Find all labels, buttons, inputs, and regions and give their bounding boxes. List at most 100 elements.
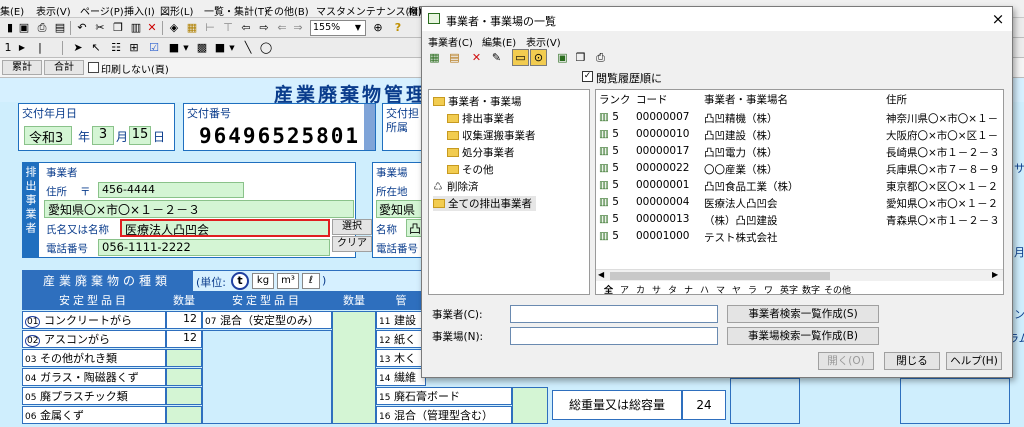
month-field[interactable]: 3 [92, 126, 114, 145]
qty-field[interactable] [166, 387, 202, 405]
menu-view[interactable]: 表示(V) [36, 3, 71, 18]
waste-row-item[interactable]: 02 アスコンがら [22, 330, 166, 348]
new-icon[interactable]: ▤ [446, 49, 463, 66]
right-row-item[interactable]: 16 混合（管理型含む） [376, 406, 512, 424]
arrow-left-icon[interactable]: ⇦ [238, 20, 254, 36]
delete-icon[interactable]: ✕ [468, 49, 485, 66]
scroll-left-icon[interactable]: ◀ [598, 270, 604, 279]
chevron-down-icon[interactable]: ▼ [350, 20, 366, 36]
copy-icon[interactable]: ❐ [572, 49, 589, 66]
menu-other[interactable]: その他(B) [264, 3, 309, 18]
right-row-item[interactable]: 11 建設 [376, 311, 426, 329]
menu-shape[interactable]: 図形(L) [160, 3, 193, 18]
right-row-item[interactable]: 13 木く [376, 349, 426, 367]
align-right-icon[interactable]: ⊤ [220, 20, 236, 36]
business-search-button[interactable]: 事業者検索一覧作成(S) [727, 305, 879, 323]
print-preview-icon[interactable]: ▤ [52, 20, 68, 36]
kana-tab[interactable]: 英字 [780, 283, 798, 294]
tree-item-disposal[interactable]: 処分事業者 [447, 145, 515, 160]
total-value[interactable]: 24 [682, 390, 726, 420]
waste-row-item[interactable]: 04 ガラス・陶磁器くず [22, 368, 166, 386]
kana-tab[interactable]: ア [620, 283, 629, 294]
help-button[interactable]: ヘルプ(H) [946, 352, 1002, 370]
copy-icon[interactable]: ❐ [110, 20, 126, 36]
kana-tab[interactable]: ラ [748, 283, 757, 294]
zoom-icon[interactable]: ⊕ [370, 20, 386, 36]
era-field[interactable]: 令和3 [24, 126, 72, 146]
line-dropdown-icon[interactable]: ▼ [224, 40, 240, 56]
menu-edit[interactable]: 集(E) [0, 3, 24, 18]
cut-icon[interactable]: ✂ [92, 20, 108, 36]
open-button[interactable]: 開く(O) [818, 352, 874, 370]
col-rank-header[interactable]: ランク [599, 92, 631, 107]
bitmap-icon[interactable]: ▦ [184, 20, 200, 36]
kana-tab[interactable]: カ [636, 283, 645, 294]
dialog-menu-edit[interactable]: 編集(E) [482, 34, 516, 49]
select-cursor-icon[interactable]: ➤ [70, 40, 86, 56]
print-checkbox[interactable] [88, 62, 99, 73]
tab-sum[interactable]: 合計 [44, 60, 84, 75]
first-page-icon[interactable]: | [32, 40, 48, 56]
zip-field[interactable]: 456-4444 [98, 182, 244, 198]
pointer-icon[interactable]: ↖ [88, 40, 104, 56]
kana-tab[interactable]: 全 [604, 283, 613, 294]
menu-master[interactable]: マスタメンテナンス(M) [316, 3, 422, 18]
site-search-input[interactable] [510, 327, 718, 345]
pattern-icon[interactable]: ▩ [194, 40, 210, 56]
site-search-button[interactable]: 事業場検索一覧作成(B) [727, 327, 879, 345]
horizontal-scrollbar[interactable]: ◀ ▶ [596, 269, 1003, 281]
list-row[interactable]: ▥ 5 00000007 凸凹精機（株） 神奈川県〇×市〇×１－ [596, 111, 1003, 127]
save-icon[interactable]: ▣ [16, 20, 32, 36]
grid-icon[interactable]: ⊞ [126, 40, 142, 56]
arrow-right-icon[interactable]: ⇨ [256, 20, 272, 36]
list-row[interactable]: ▥ 5 00000010 凸凹建設（株） 大阪府〇×市〇×区１－ [596, 128, 1003, 144]
right-qty-field[interactable] [512, 387, 548, 424]
print-icon[interactable]: ⎙ [34, 20, 50, 36]
col-name-header[interactable]: 事業者・事業場名 [704, 92, 788, 107]
qty-field[interactable]: 12 [166, 311, 202, 329]
qty-field[interactable] [166, 406, 202, 424]
unit-m3-option[interactable]: m³ [277, 273, 299, 289]
kana-tab[interactable]: ワ [764, 283, 773, 294]
dialog-menu-business[interactable]: 事業者(C) [428, 34, 473, 49]
kana-tab[interactable]: ハ [700, 283, 709, 294]
rotate-right-icon[interactable]: ⇒ [290, 20, 306, 36]
col-code-header[interactable]: コード [636, 92, 668, 107]
undo-icon[interactable]: ↶ [74, 20, 90, 36]
fill-dropdown-icon[interactable]: ▼ [178, 40, 194, 56]
unit-kg-option[interactable]: kg [252, 273, 274, 289]
scroll-right-icon[interactable]: ▶ [992, 270, 998, 279]
delete-icon[interactable]: ✕ [144, 20, 160, 36]
kana-tab[interactable]: ヤ [732, 283, 741, 294]
waste-row-item[interactable]: 01 コンクリートがら [22, 311, 166, 329]
unit-liter-option[interactable]: ℓ [302, 273, 320, 289]
folder-search-icon[interactable]: ⊙ [530, 49, 547, 66]
paste-icon[interactable]: ▥ [128, 20, 144, 36]
name-field[interactable]: 医療法人凸凹会 [120, 219, 330, 237]
waste-row-item[interactable]: 06 金属くず [22, 406, 166, 424]
kana-tab[interactable]: マ [716, 283, 725, 294]
list-row[interactable]: ▥ 5 00000022 〇〇産業（株） 兵庫県〇×市７－８－９ [596, 162, 1003, 178]
col-address-header[interactable]: 住所 [886, 92, 907, 107]
issue-number-value[interactable]: 96496525801 [199, 124, 360, 148]
close-button[interactable]: 閉じる [884, 352, 940, 370]
align-left-icon[interactable]: ⊢ [202, 20, 218, 36]
list-row[interactable]: ▥ 5 00000013 （株）凸凹建設 青森県〇×市１－２－３ [596, 213, 1003, 229]
rotate-icon[interactable]: ⇐ [274, 20, 290, 36]
list-row[interactable]: ▥ 5 00000004 医療法人凸凹会 愛知県〇×市〇×１－２ [596, 196, 1003, 212]
list-row[interactable]: ▥ 5 00000017 凸凹電力（株） 長崎県〇×市１－２－３ [596, 145, 1003, 161]
business-search-input[interactable] [510, 305, 718, 323]
line-icon[interactable]: ╲ [240, 40, 256, 56]
tree-item-all-emitters[interactable]: 全ての排出事業者 [433, 196, 536, 211]
scroll-thumb[interactable] [610, 272, 830, 280]
tree-item-other[interactable]: その他 [447, 162, 494, 177]
tel-field[interactable]: 056-1111-2222 [98, 239, 330, 256]
site-address-field[interactable]: 愛知県 [376, 200, 426, 218]
waste-row-item[interactable]: 03 その他がれき類 [22, 349, 166, 367]
table-icon[interactable]: ☷ [108, 40, 124, 56]
qty-field[interactable] [166, 368, 202, 386]
kana-tab[interactable]: サ [652, 283, 661, 294]
qty-field[interactable]: 12 [166, 330, 202, 348]
address-field[interactable]: 愛知県〇×市〇×１－２－３ [44, 200, 354, 218]
kana-tab[interactable]: タ [668, 283, 677, 294]
